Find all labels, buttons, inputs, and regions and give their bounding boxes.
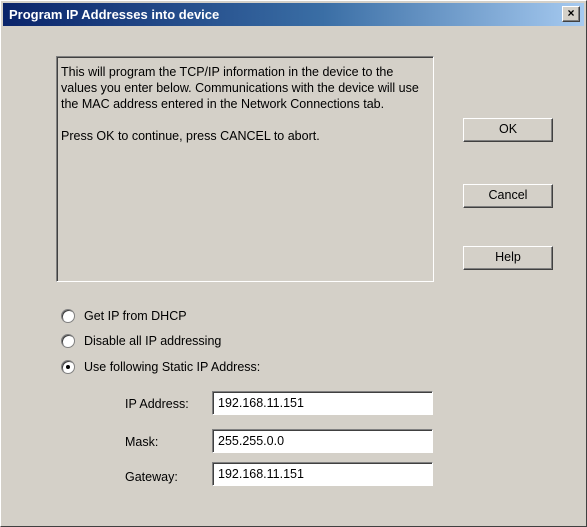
radio-static[interactable] <box>61 360 75 374</box>
ip-address-input[interactable]: 192.168.11.151 <box>212 391 433 415</box>
gateway-input[interactable]: 192.168.11.151 <box>212 462 433 486</box>
close-icon: × <box>567 6 575 20</box>
radio-disable-label: Disable all IP addressing <box>84 334 222 348</box>
info-message-box: This will program the TCP/IP information… <box>56 56 434 282</box>
radio-disable[interactable] <box>61 334 75 348</box>
mask-input[interactable]: 255.255.0.0 <box>212 429 433 453</box>
ok-button[interactable]: OK <box>463 118 553 142</box>
radio-option-dhcp[interactable]: Get IP from DHCP <box>61 307 187 325</box>
help-button[interactable]: Help <box>463 246 553 270</box>
radio-option-disable[interactable]: Disable all IP addressing <box>61 332 221 350</box>
radio-dhcp[interactable] <box>61 309 75 323</box>
info-paragraph-2: Press OK to continue, press CANCEL to ab… <box>61 129 320 143</box>
radio-static-label: Use following Static IP Address: <box>84 360 261 374</box>
title-bar[interactable]: Program IP Addresses into device × <box>3 3 584 26</box>
gateway-label: Gateway: <box>125 470 178 484</box>
dialog-window: Program IP Addresses into device × This … <box>0 0 587 527</box>
radio-dhcp-label: Get IP from DHCP <box>84 309 187 323</box>
radio-option-static[interactable]: Use following Static IP Address: <box>61 358 260 376</box>
info-paragraph-1: This will program the TCP/IP information… <box>61 65 419 111</box>
close-button[interactable]: × <box>562 6 580 22</box>
ip-address-label: IP Address: <box>125 397 189 411</box>
mask-label: Mask: <box>125 435 159 449</box>
dialog-title: Program IP Addresses into device <box>9 7 220 22</box>
cancel-button[interactable]: Cancel <box>463 184 553 208</box>
